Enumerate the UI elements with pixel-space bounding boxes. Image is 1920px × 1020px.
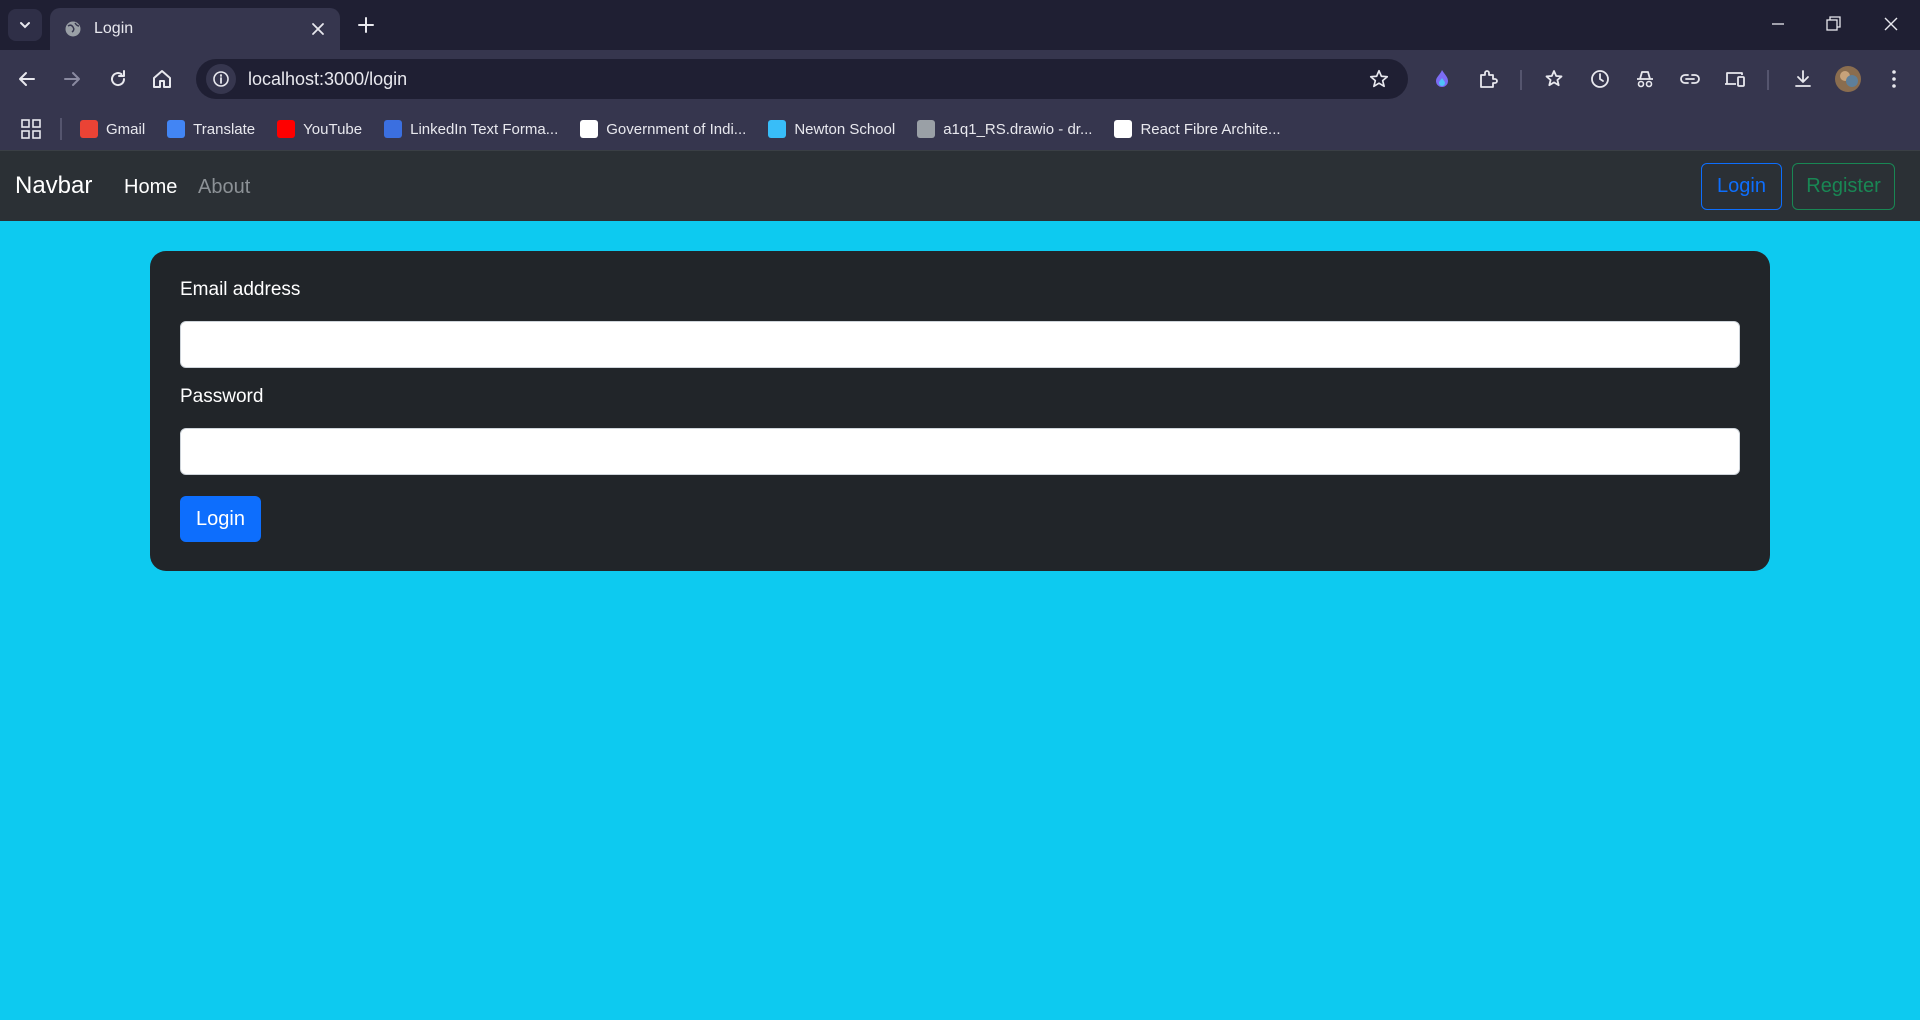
bookmark-label: React Fibre Archite... [1140, 120, 1281, 138]
forward-icon[interactable] [60, 67, 84, 91]
reload-icon[interactable] [106, 67, 130, 91]
bookmark-star-icon[interactable] [1368, 68, 1390, 90]
apps-grid-icon[interactable] [20, 118, 42, 140]
tab-title: Login [94, 20, 134, 37]
linkedin-text-icon [384, 120, 403, 138]
bookmark-item[interactable]: Newton School [768, 120, 895, 138]
bookmark-label: Government of Indi... [606, 120, 747, 138]
email-label: Email address [180, 279, 301, 300]
navbar-login-button[interactable]: Login [1701, 163, 1782, 210]
page-content: Navbar Home About Login Register Email a… [0, 150, 1920, 1020]
more-options-icon[interactable] [1882, 67, 1906, 91]
bookmark-label: a1q1_RS.drawio - dr... [943, 120, 1093, 138]
navbar-register-button[interactable]: Register [1792, 163, 1895, 210]
bookmarks-separator [60, 118, 62, 140]
browser-tabstrip: Login [0, 0, 1920, 50]
newton-school-icon [768, 120, 787, 138]
bookmark-label: Translate [193, 120, 256, 138]
bookmark-label: YouTube [303, 120, 363, 138]
navbar-brand[interactable]: Navbar [15, 172, 92, 200]
bookmark-list: Gmail Translate YouTube LinkedIn Text Forma… [80, 120, 1303, 138]
bookmarks-star-icon[interactable] [1543, 67, 1567, 91]
gmail-icon [80, 120, 98, 138]
bookmark-item[interactable]: YouTube [277, 120, 362, 138]
bookmark-label: Gmail [106, 120, 146, 138]
email-field[interactable] [180, 321, 1740, 368]
globe-icon [65, 21, 81, 37]
nav-link-home[interactable]: Home [124, 176, 177, 199]
tab-search-button[interactable] [8, 9, 42, 41]
devices-icon[interactable] [1723, 67, 1747, 91]
close-tab-icon[interactable] [310, 21, 326, 37]
address-bar[interactable]: localhost:3000/login [196, 59, 1408, 99]
site-info-icon[interactable] [206, 64, 236, 94]
link-icon[interactable] [1678, 67, 1702, 91]
extension-flame-icon[interactable] [1430, 67, 1454, 91]
extensions-icon[interactable] [1476, 67, 1500, 91]
bookmark-item[interactable]: Gmail [80, 120, 145, 138]
government-emblem-icon [580, 120, 599, 138]
password-label: Password [180, 386, 264, 407]
back-icon[interactable] [15, 67, 39, 91]
incognito-icon[interactable] [1633, 67, 1657, 91]
download-icon[interactable] [1791, 67, 1815, 91]
new-tab-icon[interactable] [355, 14, 377, 36]
bookmark-item[interactable]: Translate [167, 120, 255, 138]
bookmark-label: LinkedIn Text Forma... [410, 120, 559, 138]
minimize-icon[interactable] [1768, 14, 1788, 34]
browser-toolbar: localhost:3000/login [0, 50, 1920, 108]
nav-link-about[interactable]: About [198, 176, 250, 199]
login-submit-button[interactable]: Login [180, 496, 261, 542]
home-icon[interactable] [150, 67, 174, 91]
drawio-icon [917, 120, 936, 138]
avatar[interactable] [1835, 66, 1861, 92]
bookmarks-bar: Gmail Translate YouTube LinkedIn Text Forma… [0, 108, 1920, 150]
bookmark-item[interactable]: LinkedIn Text Forma... [384, 120, 558, 138]
navbar: Navbar Home About Login Register [0, 150, 1920, 221]
restore-icon[interactable] [1823, 14, 1843, 34]
close-window-icon[interactable] [1881, 14, 1901, 34]
history-icon[interactable] [1588, 67, 1612, 91]
bookmark-item[interactable]: Government of Indi... [580, 120, 746, 138]
bookmark-item[interactable]: a1q1_RS.drawio - dr... [917, 120, 1092, 138]
browser-tab[interactable]: Login [50, 8, 340, 50]
url-text: localhost:3000/login [248, 68, 408, 89]
toolbar-separator [1767, 70, 1769, 90]
password-field[interactable] [180, 428, 1740, 475]
chevron-down-icon [20, 22, 30, 29]
github-icon [1114, 120, 1133, 138]
translate-icon [167, 120, 186, 138]
youtube-icon [277, 120, 296, 138]
bookmark-label: Newton School [794, 120, 896, 138]
toolbar-separator [1520, 70, 1522, 90]
bookmark-item[interactable]: React Fibre Archite... [1114, 120, 1281, 138]
login-form-card: Email address Password Login [150, 251, 1770, 571]
